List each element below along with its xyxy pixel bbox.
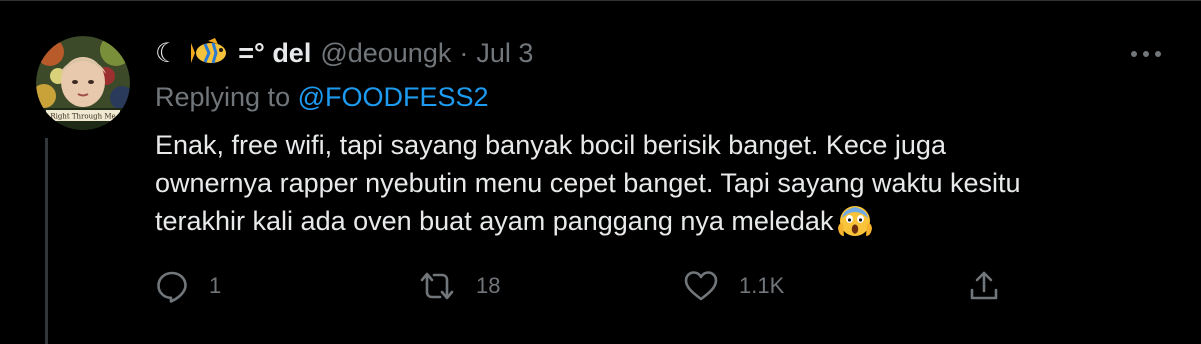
tweet-text-line-content: terakhir kali ada oven buat ayam panggan… <box>155 206 834 236</box>
tweet-text-line: terakhir kali ada oven buat ayam panggan… <box>155 202 1165 240</box>
tweet-header: ☾ =° del @deoungk · Jul 3 <box>155 36 533 70</box>
share-action[interactable] <box>967 267 1001 305</box>
tweet-text-line: ownernya rapper nyebutin menu cepet bang… <box>155 168 1021 198</box>
tweet-date[interactable]: Jul 3 <box>476 38 533 69</box>
tweet-text-line: Enak, free wifi, tapi sayang banyak boci… <box>155 130 946 160</box>
face-screaming-in-fear-emoji-icon <box>838 206 873 236</box>
replying-to: Replying to @FOODFESS2 <box>155 82 489 113</box>
tweet[interactable]: Right Through Me ☾ =° del @deoungk · Jul… <box>0 0 1201 344</box>
display-name-prefix: ☾ <box>155 37 180 68</box>
avatar[interactable]: Right Through Me <box>36 36 130 130</box>
avatar-container[interactable]: Right Through Me <box>36 36 130 130</box>
like-count: 1.1K <box>739 273 785 298</box>
tropical-fish-emoji-icon <box>190 37 226 63</box>
reply-icon[interactable] <box>155 269 189 303</box>
heart-icon[interactable] <box>683 269 719 303</box>
retweet-count: 18 <box>476 273 501 298</box>
replying-to-mention[interactable]: @FOODFESS2 <box>298 82 489 112</box>
user-handle[interactable]: @deoungk <box>320 38 451 69</box>
replying-label: Replying to <box>155 82 298 112</box>
retweet-action[interactable]: 18 <box>418 267 500 305</box>
retweet-icon[interactable] <box>418 269 456 303</box>
share-icon[interactable] <box>967 269 1001 303</box>
display-name[interactable]: ☾ =° del <box>155 37 312 69</box>
avatar-caption: Right Through Me <box>50 113 115 121</box>
more-options-icon[interactable] <box>1128 42 1164 66</box>
reply-count: 1 <box>209 273 222 298</box>
separator-dot: · <box>459 37 469 68</box>
thread-line <box>45 138 48 344</box>
reply-action[interactable]: 1 <box>155 267 221 305</box>
tweet-text: Enak, free wifi, tapi sayang banyak boci… <box>155 126 1165 240</box>
like-action[interactable]: 1.1K <box>683 267 784 305</box>
display-name-suffix: =° del <box>238 37 312 68</box>
